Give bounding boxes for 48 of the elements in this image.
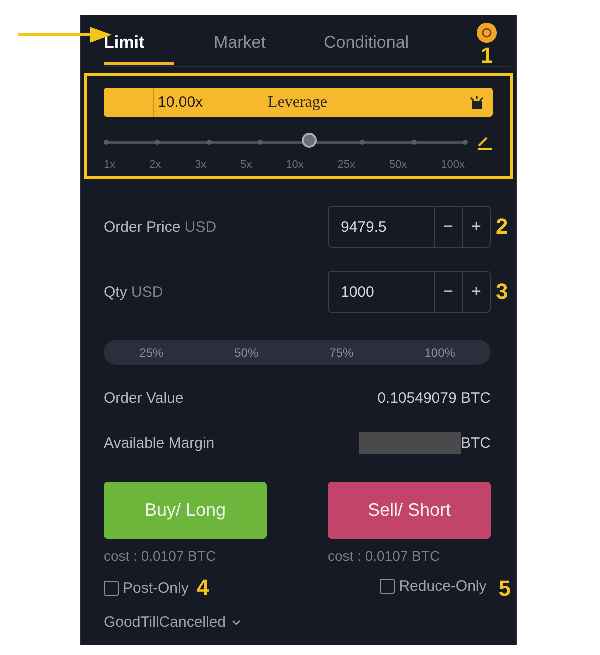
decrement-button[interactable]: − xyxy=(434,207,462,247)
leverage-mark: 3x xyxy=(195,159,207,171)
percent-button[interactable]: 100% xyxy=(418,344,462,362)
info-label: Available Margin xyxy=(104,434,215,452)
number-field[interactable]: 9479.5 − + xyxy=(328,206,491,248)
info-value: 0.10549079 BTC xyxy=(378,390,491,406)
percent-button[interactable]: 25% xyxy=(134,344,170,362)
annotation-number: 4 xyxy=(196,577,210,599)
slider-thumb[interactable] xyxy=(302,133,317,148)
leverage-bar[interactable]: 10.00x Leverage xyxy=(104,88,493,117)
checkbox-label: Reduce-Only xyxy=(399,578,487,594)
leverage-mark: 100x xyxy=(441,159,465,171)
leverage-label: Leverage xyxy=(268,94,328,112)
order-type-tab[interactable]: Market xyxy=(214,15,284,65)
time-in-force-dropdown[interactable]: GoodTillCancelled xyxy=(104,614,242,631)
annotation-number: 1 xyxy=(480,45,494,67)
increment-button[interactable]: + xyxy=(462,207,490,247)
info-label: Order Value xyxy=(104,390,184,406)
decrement-button[interactable]: − xyxy=(434,272,462,312)
leverage-value: 10.00x xyxy=(158,94,204,111)
field-label: Qty USD xyxy=(104,284,164,300)
cost-text: cost : 0.0107 BTC xyxy=(328,548,442,564)
leverage-mark: 10x xyxy=(286,159,304,171)
leverage-mark: 50x xyxy=(389,159,408,171)
number-field[interactable]: 1000 − + xyxy=(328,271,491,313)
leverage-mark: 25x xyxy=(338,159,356,171)
leverage-mark: 1x xyxy=(104,159,116,171)
sell-button[interactable]: Sell/ Short xyxy=(328,482,491,539)
annotation-number: 3 xyxy=(496,281,508,303)
info-value: BTC xyxy=(461,434,491,452)
field-label: Order Price USD xyxy=(104,218,218,236)
leverage-mark: 2x xyxy=(150,159,162,171)
annotation-number: 5 xyxy=(498,578,511,600)
edit-icon[interactable] xyxy=(477,136,493,150)
leverage-mark: 5x xyxy=(240,159,252,171)
percent-button[interactable]: 75% xyxy=(324,344,360,362)
checkbox[interactable] xyxy=(380,578,396,594)
percent-button[interactable]: 50% xyxy=(228,344,265,362)
checkbox-label: Post-Only xyxy=(123,580,189,596)
coin-icon xyxy=(477,23,497,43)
cost-text: cost : 0.0107 BTC xyxy=(104,548,218,564)
annotation-number: 2 xyxy=(496,216,508,238)
chevron-down-icon xyxy=(232,620,242,626)
increment-button[interactable]: + xyxy=(462,272,490,312)
checkbox[interactable] xyxy=(104,580,119,596)
order-type-tab[interactable]: Conditional xyxy=(324,15,410,65)
alarm-icon xyxy=(470,96,484,110)
order-type-tab[interactable]: Limit xyxy=(104,15,174,65)
